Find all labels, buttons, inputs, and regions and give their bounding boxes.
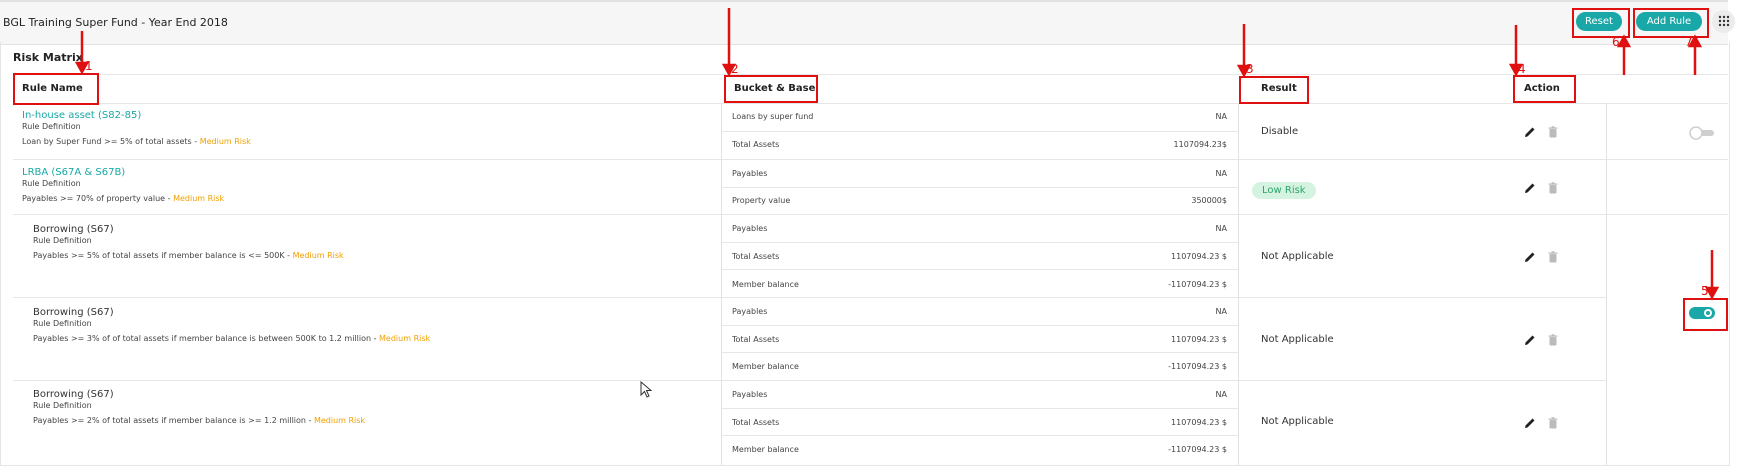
annotation-number: 5 [1701, 284, 1709, 298]
annotation-number: 2 [731, 62, 739, 76]
annotation-number: 6 [1612, 35, 1620, 49]
annotation-number: 7 [1685, 35, 1693, 49]
annotation-number: 1 [85, 59, 93, 73]
mouse-cursor-icon [640, 380, 654, 403]
annotation-number: 3 [1246, 62, 1254, 76]
annotation-arrows [74, 8, 1720, 300]
annotation-number: 4 [1518, 62, 1526, 76]
